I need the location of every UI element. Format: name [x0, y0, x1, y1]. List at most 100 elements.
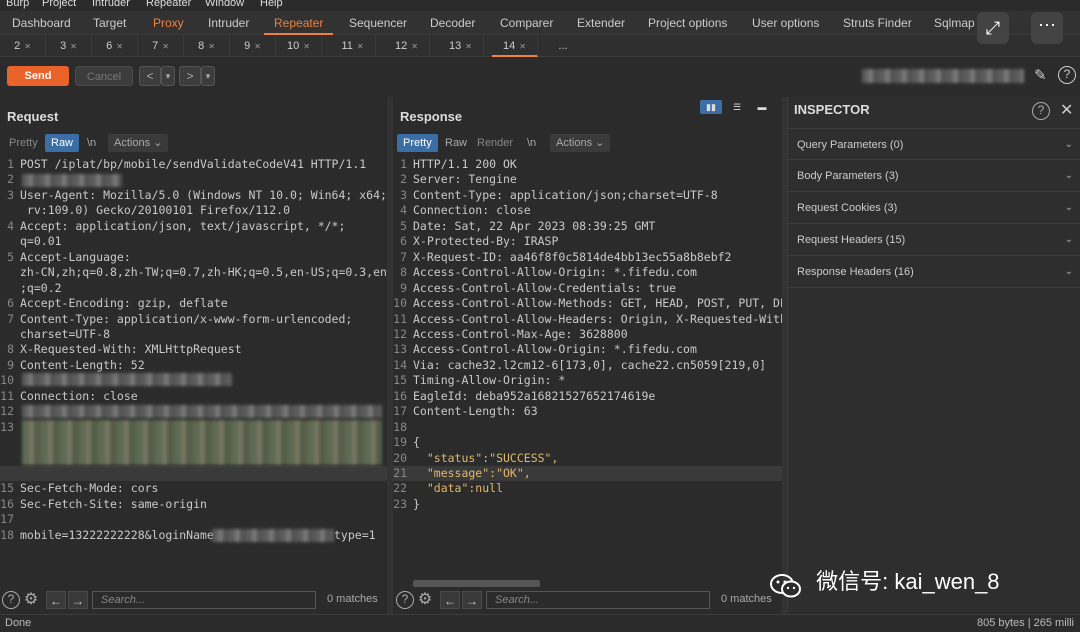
gear-icon[interactable]: ⚙	[416, 591, 434, 609]
code-line: 7 Content-Type: application/x-www-form-ur…	[0, 312, 352, 328]
line-number: 3	[400, 187, 407, 202]
arrow-right-icon[interactable]: →	[462, 591, 482, 609]
request-search-input[interactable]: Search...	[92, 591, 316, 609]
response-tab-newline[interactable]: \n	[521, 134, 542, 152]
subtab-label: 7	[152, 40, 159, 52]
subtab[interactable]: 12 ✕	[384, 35, 430, 57]
line-text: Sec-Fetch-Site: same-origin	[20, 496, 207, 511]
inspector-body-parameters[interactable]: Body Parameters (3) ⌄	[788, 160, 1080, 192]
close-icon[interactable]: ✕	[162, 42, 169, 51]
line-text: X-Protected-By: IRASP	[413, 234, 559, 249]
menu-repeater[interactable]: Repeater	[146, 0, 191, 9]
tab-dashboard[interactable]: Dashboard	[2, 11, 81, 35]
subtab[interactable]: 3 ✕	[46, 35, 92, 57]
subtab-active[interactable]: 14 ✕	[492, 35, 538, 57]
cancel-button[interactable]: Cancel	[75, 66, 133, 86]
inspector-title: INSPECTOR	[794, 102, 870, 117]
tab-decoder[interactable]: Decoder	[420, 11, 485, 35]
request-tab-raw[interactable]: Raw	[45, 134, 80, 152]
inspector-query-parameters[interactable]: Query Parameters (0) ⌄	[788, 128, 1080, 160]
subtab[interactable]: 10 ✕	[276, 35, 322, 57]
response-search-input[interactable]: Search...	[486, 591, 710, 609]
tab-struts-finder[interactable]: Struts Finder	[833, 11, 922, 35]
arrow-left-icon[interactable]: ←	[46, 591, 66, 609]
help-icon[interactable]: ?	[2, 591, 20, 609]
layout-split-icon[interactable]: ▮▮	[700, 100, 722, 114]
tab-user-options[interactable]: User options	[742, 11, 829, 35]
subtab-more[interactable]: ...	[540, 35, 586, 57]
send-button[interactable]: Send	[7, 66, 69, 86]
close-icon[interactable]: ✕	[411, 42, 418, 51]
expand-icon[interactable]: ⤢	[977, 12, 1009, 44]
tab-repeater[interactable]: Repeater	[264, 11, 334, 35]
request-editor[interactable]: 1 POST /iplat/bp/mobile/sendValidateCodeV…	[0, 157, 387, 587]
next-button[interactable]: >	[179, 66, 201, 86]
tab-intruder[interactable]: Intruder	[198, 11, 259, 35]
close-icon[interactable]: ✕	[70, 42, 77, 51]
inspector-response-headers[interactable]: Response Headers (16) ⌄	[788, 256, 1080, 288]
tab-comparer[interactable]: Comparer	[490, 11, 563, 35]
close-icon[interactable]: ✕	[24, 42, 31, 51]
line-text: q=0.01	[20, 234, 62, 249]
subtab[interactable]: 13 ✕	[438, 35, 484, 57]
tab-extender[interactable]: Extender	[567, 11, 635, 35]
help-icon[interactable]: ?	[396, 591, 414, 609]
help-icon[interactable]: ?	[1058, 66, 1076, 84]
close-icon[interactable]: ✕	[519, 42, 526, 51]
menu-burp[interactable]: Burp	[6, 0, 29, 9]
repeater-subtabs: 2 ✕ 3 ✕ 6 ✕ 7 ✕ 8 ✕ 9 ✕ 10 ✕ 11 ✕ 12 ✕ 13 ✕ 14 ✕ ..…	[0, 35, 1080, 57]
subtab-label: 14	[503, 40, 516, 52]
subtab[interactable]: 8 ✕	[184, 35, 230, 57]
subtab[interactable]: 2 ✕	[0, 35, 46, 57]
close-icon[interactable]: ✕	[465, 42, 472, 51]
line-number: 14	[393, 357, 407, 372]
subtab[interactable]: 11 ✕	[330, 35, 376, 57]
response-tab-pretty[interactable]: Pretty	[397, 134, 438, 152]
help-icon[interactable]: ?	[1032, 102, 1050, 120]
response-tab-raw[interactable]: Raw	[439, 134, 473, 152]
subtab[interactable]: 7 ✕	[138, 35, 184, 57]
pencil-icon[interactable]: ✎	[1034, 66, 1052, 84]
more-icon[interactable]: ⋯	[1031, 12, 1063, 44]
next-dropdown-button[interactable]: ▾	[201, 66, 215, 86]
gear-icon[interactable]: ⚙	[22, 591, 40, 609]
tab-project-options[interactable]: Project options	[638, 11, 737, 35]
tab-proxy[interactable]: Proxy	[143, 11, 194, 35]
request-tab-pretty[interactable]: Pretty	[3, 134, 44, 152]
menu-window[interactable]: Window	[205, 0, 244, 9]
inspector-request-headers[interactable]: Request Headers (15) ⌄	[788, 224, 1080, 256]
horizontal-scrollbar[interactable]	[413, 580, 540, 587]
menu-help[interactable]: Help	[260, 0, 283, 9]
close-icon[interactable]: ✕	[254, 42, 261, 51]
tab-sqlmap[interactable]: Sqlmap	[924, 11, 985, 35]
line-number: 4	[7, 218, 14, 233]
close-icon[interactable]: ✕	[357, 42, 364, 51]
menu-project[interactable]: Project	[42, 0, 76, 9]
response-tab-render[interactable]: Render	[471, 134, 519, 152]
layout-stack-icon[interactable]: ☰	[726, 100, 748, 114]
code-line: 20 "status":"SUCCESS",	[393, 451, 558, 467]
response-editor[interactable]: 1 HTTP/1.1 200 OK 2 Server: Tengine 3 Content…	[393, 157, 782, 577]
response-actions-button[interactable]: Actions ⌄	[550, 134, 611, 152]
menu-intruder[interactable]: Intruder	[92, 0, 130, 9]
request-tab-newline[interactable]: \n	[81, 134, 102, 152]
tab-sequencer[interactable]: Sequencer	[339, 11, 417, 35]
subtab[interactable]: 9 ✕	[230, 35, 276, 57]
inspector-request-cookies[interactable]: Request Cookies (3) ⌄	[788, 192, 1080, 224]
subtab[interactable]: 6 ✕	[92, 35, 138, 57]
close-icon[interactable]: ✕	[303, 42, 310, 51]
target-host-redacted[interactable]	[862, 69, 1024, 83]
prev-button[interactable]: <	[139, 66, 161, 86]
tab-target[interactable]: Target	[83, 11, 136, 35]
layout-tab-icon[interactable]: ▬	[751, 100, 773, 114]
request-actions-button[interactable]: Actions ⌄	[108, 134, 169, 152]
prev-dropdown-button[interactable]: ▾	[161, 66, 175, 86]
arrow-left-icon[interactable]: ←	[440, 591, 460, 609]
close-icon[interactable]: ✕	[116, 42, 123, 51]
close-icon[interactable]: ✕	[208, 42, 215, 51]
line-text: User-Agent: Mozilla/5.0 (Windows NT 10.0…	[20, 187, 387, 202]
code-line: 13 Access-Control-Allow-Origin: *.fifedu.…	[393, 342, 697, 358]
line-text: Via: cache32.l2cm12-6[173,0], cache22.cn…	[413, 357, 767, 372]
close-icon[interactable]: ✕	[1060, 100, 1073, 120]
arrow-right-icon[interactable]: →	[68, 591, 88, 609]
